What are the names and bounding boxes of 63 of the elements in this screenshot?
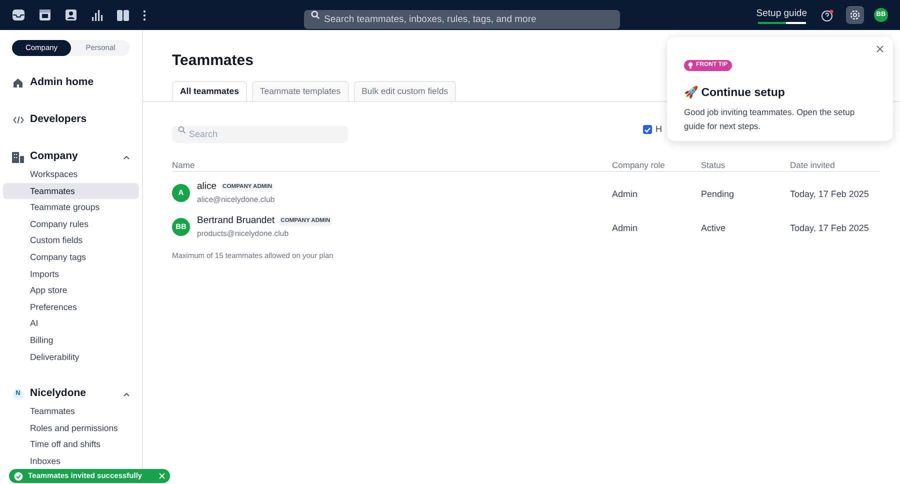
sidebar-item[interactable]: AI — [3, 315, 139, 332]
calendar-icon[interactable] — [39, 9, 51, 21]
home-icon — [13, 78, 23, 88]
sidebar-item[interactable]: Company rules — [3, 216, 139, 232]
sidebar-item[interactable]: Custom fields — [3, 232, 139, 249]
search-icon — [178, 126, 186, 134]
book-icon[interactable] — [117, 10, 129, 20]
sidebar-heading[interactable]: Developers — [30, 112, 130, 128]
table-cell: Pending — [701, 189, 734, 199]
tip-body: Good job inviting teammates. Open the setup guide for next steps. — [684, 106, 856, 134]
table-cell: Today, 17 Feb 2025 — [790, 223, 869, 233]
contact-icon[interactable] — [65, 9, 77, 21]
help-icon[interactable] — [821, 8, 834, 22]
sidebar-item[interactable]: Teammate groups — [3, 199, 139, 216]
checkbox-label: H — [656, 122, 662, 136]
table-cell: Admin — [612, 223, 638, 233]
close-icon[interactable] — [876, 45, 884, 53]
lightbulb-icon — [688, 62, 693, 69]
table-cell: Today, 17 Feb 2025 — [790, 189, 869, 199]
settings-button[interactable] — [846, 6, 864, 24]
settings-icon — [849, 9, 861, 21]
sidebar-item[interactable]: Teammates — [3, 403, 139, 420]
page-title: Teammates — [172, 51, 254, 71]
tab[interactable]: Bulk edit custom fields — [354, 81, 456, 101]
column-header: Company role — [612, 160, 665, 170]
tab[interactable]: Teammate templates — [252, 81, 349, 101]
teammate-name: alice — [197, 180, 217, 194]
sidebar-item[interactable]: Billing — [3, 332, 139, 349]
table-cell: Admin — [612, 189, 638, 199]
sidebar-heading[interactable]: Nicelydone — [30, 386, 117, 402]
checkbox[interactable] — [642, 125, 652, 134]
sidebar-item[interactable]: Roles and permissions — [3, 420, 139, 436]
teammate-name: Bertrand Bruandet — [197, 214, 275, 228]
search-field[interactable]: Search — [172, 126, 348, 142]
sidebar-heading[interactable]: Admin home — [30, 75, 130, 91]
column-header: Date invited — [790, 160, 835, 170]
search-icon — [311, 10, 320, 20]
chevron-icon[interactable] — [123, 154, 130, 160]
sidebar-item[interactable]: Imports — [3, 266, 139, 282]
sidebar-item[interactable]: Deliverability — [3, 348, 139, 366]
sidebar-item[interactable]: Inboxes — [3, 452, 139, 470]
setup-guide-link[interactable]: Setup guide — [756, 6, 807, 20]
sidebar-item[interactable]: Company tags — [3, 248, 139, 266]
sidebar-heading[interactable]: Company — [30, 149, 117, 165]
sidebar-item[interactable]: App store — [3, 282, 139, 299]
chevron-icon[interactable] — [123, 392, 130, 397]
tip-title: 🚀 Continue setup — [684, 85, 786, 101]
more-icon[interactable] — [143, 10, 146, 20]
column-header: Status — [701, 160, 726, 170]
column-header: Name — [172, 160, 195, 170]
tab[interactable]: All teammates — [172, 81, 247, 101]
table-cell: Active — [701, 223, 726, 233]
code-icon — [12, 116, 24, 124]
check-icon — [644, 126, 650, 132]
sidebar-item[interactable]: Workspaces — [3, 166, 139, 183]
bar-chart-icon[interactable] — [91, 9, 103, 21]
building-icon — [12, 152, 24, 162]
check-circle-icon — [14, 472, 23, 480]
inbox-icon[interactable] — [12, 9, 25, 21]
sidebar-item[interactable]: Time off and shifts — [3, 436, 139, 453]
search-field[interactable]: Search teammates, inboxes, rules, tags, and more — [304, 10, 620, 28]
sidebar-item[interactable]: Teammates — [3, 182, 139, 200]
sidebar-item[interactable]: Preferences — [3, 298, 139, 316]
